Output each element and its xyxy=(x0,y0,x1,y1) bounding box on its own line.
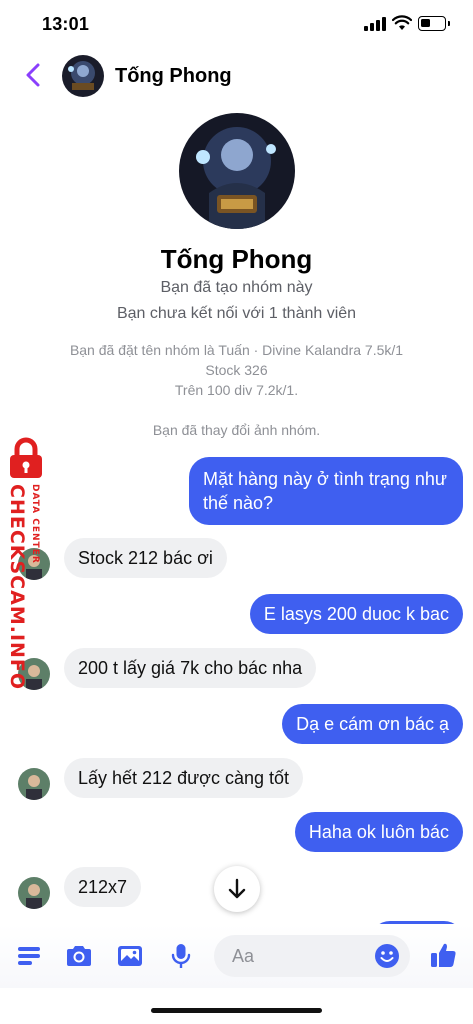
watermark: CHECKSCAM.INFO DATA CENTER xyxy=(0,432,52,690)
status-bar: 13:01 xyxy=(0,0,473,50)
sender-avatar[interactable] xyxy=(18,768,50,800)
wifi-icon xyxy=(392,15,412,30)
image-icon[interactable] xyxy=(116,942,144,970)
system-message-rename: Bạn đã đặt tên nhóm là Tuấn · Divine Kal… xyxy=(40,340,433,400)
home-indicator xyxy=(151,1008,322,1013)
status-time: 13:01 xyxy=(42,14,90,34)
scroll-to-bottom-button[interactable] xyxy=(214,866,260,912)
message-bubble-outgoing[interactable]: Dạ e cám ơn bác ạ xyxy=(282,704,463,744)
profile-connection-note: Bạn chưa kết nối với 1 thành viên xyxy=(116,305,357,322)
header-title[interactable]: Tống Phong xyxy=(115,65,232,88)
system-message-line: Bạn đã đặt tên nhóm là Tuấn · Divine Kal… xyxy=(69,342,404,358)
message-bubble-incoming[interactable]: Lấy hết 212 được càng tốt xyxy=(64,758,303,798)
group-avatar[interactable] xyxy=(62,55,104,97)
message-bubble-incoming[interactable]: 200 t lấy giá 7k cho bác nha xyxy=(64,648,317,688)
microphone-icon[interactable] xyxy=(167,942,195,970)
group-profile-photo[interactable] xyxy=(179,113,295,229)
chevron-left-icon[interactable] xyxy=(20,60,48,90)
message-composer xyxy=(0,924,473,988)
system-message-photo: Bạn đã thay đổi ảnh nhóm. xyxy=(152,422,321,438)
battery-icon xyxy=(418,16,450,31)
menu-icon[interactable] xyxy=(16,942,44,970)
system-message-line: Stock 326 xyxy=(205,362,268,378)
watermark-text: CHECKSCAM.INFO xyxy=(6,484,28,691)
message-bubble-outgoing[interactable]: E lasys 200 duoc k bac xyxy=(249,594,463,634)
thumbs-up-icon[interactable] xyxy=(428,940,458,970)
emoji-icon[interactable] xyxy=(374,943,400,969)
sender-avatar[interactable] xyxy=(18,877,50,909)
profile-name: Tống Phong xyxy=(160,244,313,274)
profile-created-note: Bạn đã tạo nhóm này xyxy=(160,279,313,296)
message-bubble-outgoing[interactable]: Haha ok luôn bác xyxy=(294,812,463,852)
chat-header: Tống Phong xyxy=(0,50,473,102)
signal-icon xyxy=(364,17,386,31)
message-bubble-incoming[interactable]: 212x7 xyxy=(64,867,142,907)
arrow-down-icon xyxy=(228,878,246,899)
camera-icon[interactable] xyxy=(65,942,93,970)
system-message-line: Trên 100 div 7.2k/1. xyxy=(174,382,299,398)
message-text: Mặt hàng này ở tình trạng như xyxy=(202,469,447,489)
watermark-subtext: DATA CENTER xyxy=(30,484,40,564)
message-text: thế nào? xyxy=(202,493,274,513)
lock-icon xyxy=(10,437,42,478)
message-bubble-outgoing[interactable]: Mặt hàng này ở tình trạng như thế nào? xyxy=(188,457,463,525)
message-bubble-incoming[interactable]: Stock 212 bác ơi xyxy=(64,538,227,578)
